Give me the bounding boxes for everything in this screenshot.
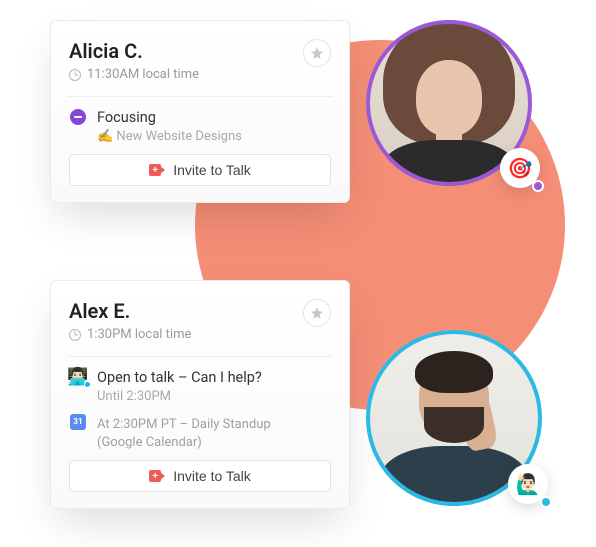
status-title: Open to talk – Can I help? [97, 369, 331, 386]
dnd-icon [70, 109, 86, 125]
status-badge-alicia: 🎯 [500, 148, 540, 188]
invite-label: Invite to Talk [173, 468, 251, 484]
invite-label: Invite to Talk [173, 162, 251, 178]
invite-to-talk-button[interactable]: + Invite to Talk [69, 154, 331, 186]
target-icon: 🎯 [508, 156, 533, 180]
calendar-event-row: At 2:30PM PT – Daily Standup (Google Cal… [69, 414, 331, 450]
user-card-alicia: Alicia C. 11:30AM local time Focusing ✍️… [50, 20, 350, 203]
presence-dot-available [84, 381, 91, 388]
divider [67, 96, 333, 97]
status-row: 👨🏻‍💻 Open to talk – Can I help? Until 2:… [69, 369, 331, 404]
calendar-event-line1: At 2:30PM PT – Daily Standup [97, 417, 331, 432]
video-call-icon: + [149, 164, 165, 176]
video-call-icon: + [149, 470, 165, 482]
star-icon [310, 46, 324, 60]
favorite-button[interactable] [303, 39, 331, 67]
status-detail: ✍️ New Website Designs [97, 129, 331, 144]
local-time-text: 1:30PM local time [87, 327, 191, 342]
divider [67, 356, 333, 357]
status-row: Focusing ✍️ New Website Designs [69, 109, 331, 144]
clock-icon [69, 69, 81, 81]
status-title: Focusing [97, 109, 331, 126]
user-name: Alicia C. [69, 39, 199, 63]
presence-dot-focusing [532, 180, 544, 192]
presence-dot-available [540, 496, 552, 508]
invite-to-talk-button[interactable]: + Invite to Talk [69, 460, 331, 492]
favorite-button[interactable] [303, 299, 331, 327]
user-card-alex: Alex E. 1:30PM local time 👨🏻‍💻 Open to t… [50, 280, 350, 509]
clock-icon [69, 329, 81, 341]
user-name: Alex E. [69, 299, 191, 323]
status-badge-alex: 🙋🏻‍♂️ [508, 464, 548, 504]
local-time-text: 11:30AM local time [87, 67, 199, 82]
status-detail: Until 2:30PM [97, 389, 331, 404]
raising-hand-icon: 🙋🏻‍♂️ [516, 472, 541, 496]
calendar-event-line2: (Google Calendar) [97, 435, 331, 450]
memoji-icon: 👨🏻‍💻 [67, 369, 88, 386]
star-icon [310, 306, 324, 320]
calendar-icon [70, 414, 86, 430]
